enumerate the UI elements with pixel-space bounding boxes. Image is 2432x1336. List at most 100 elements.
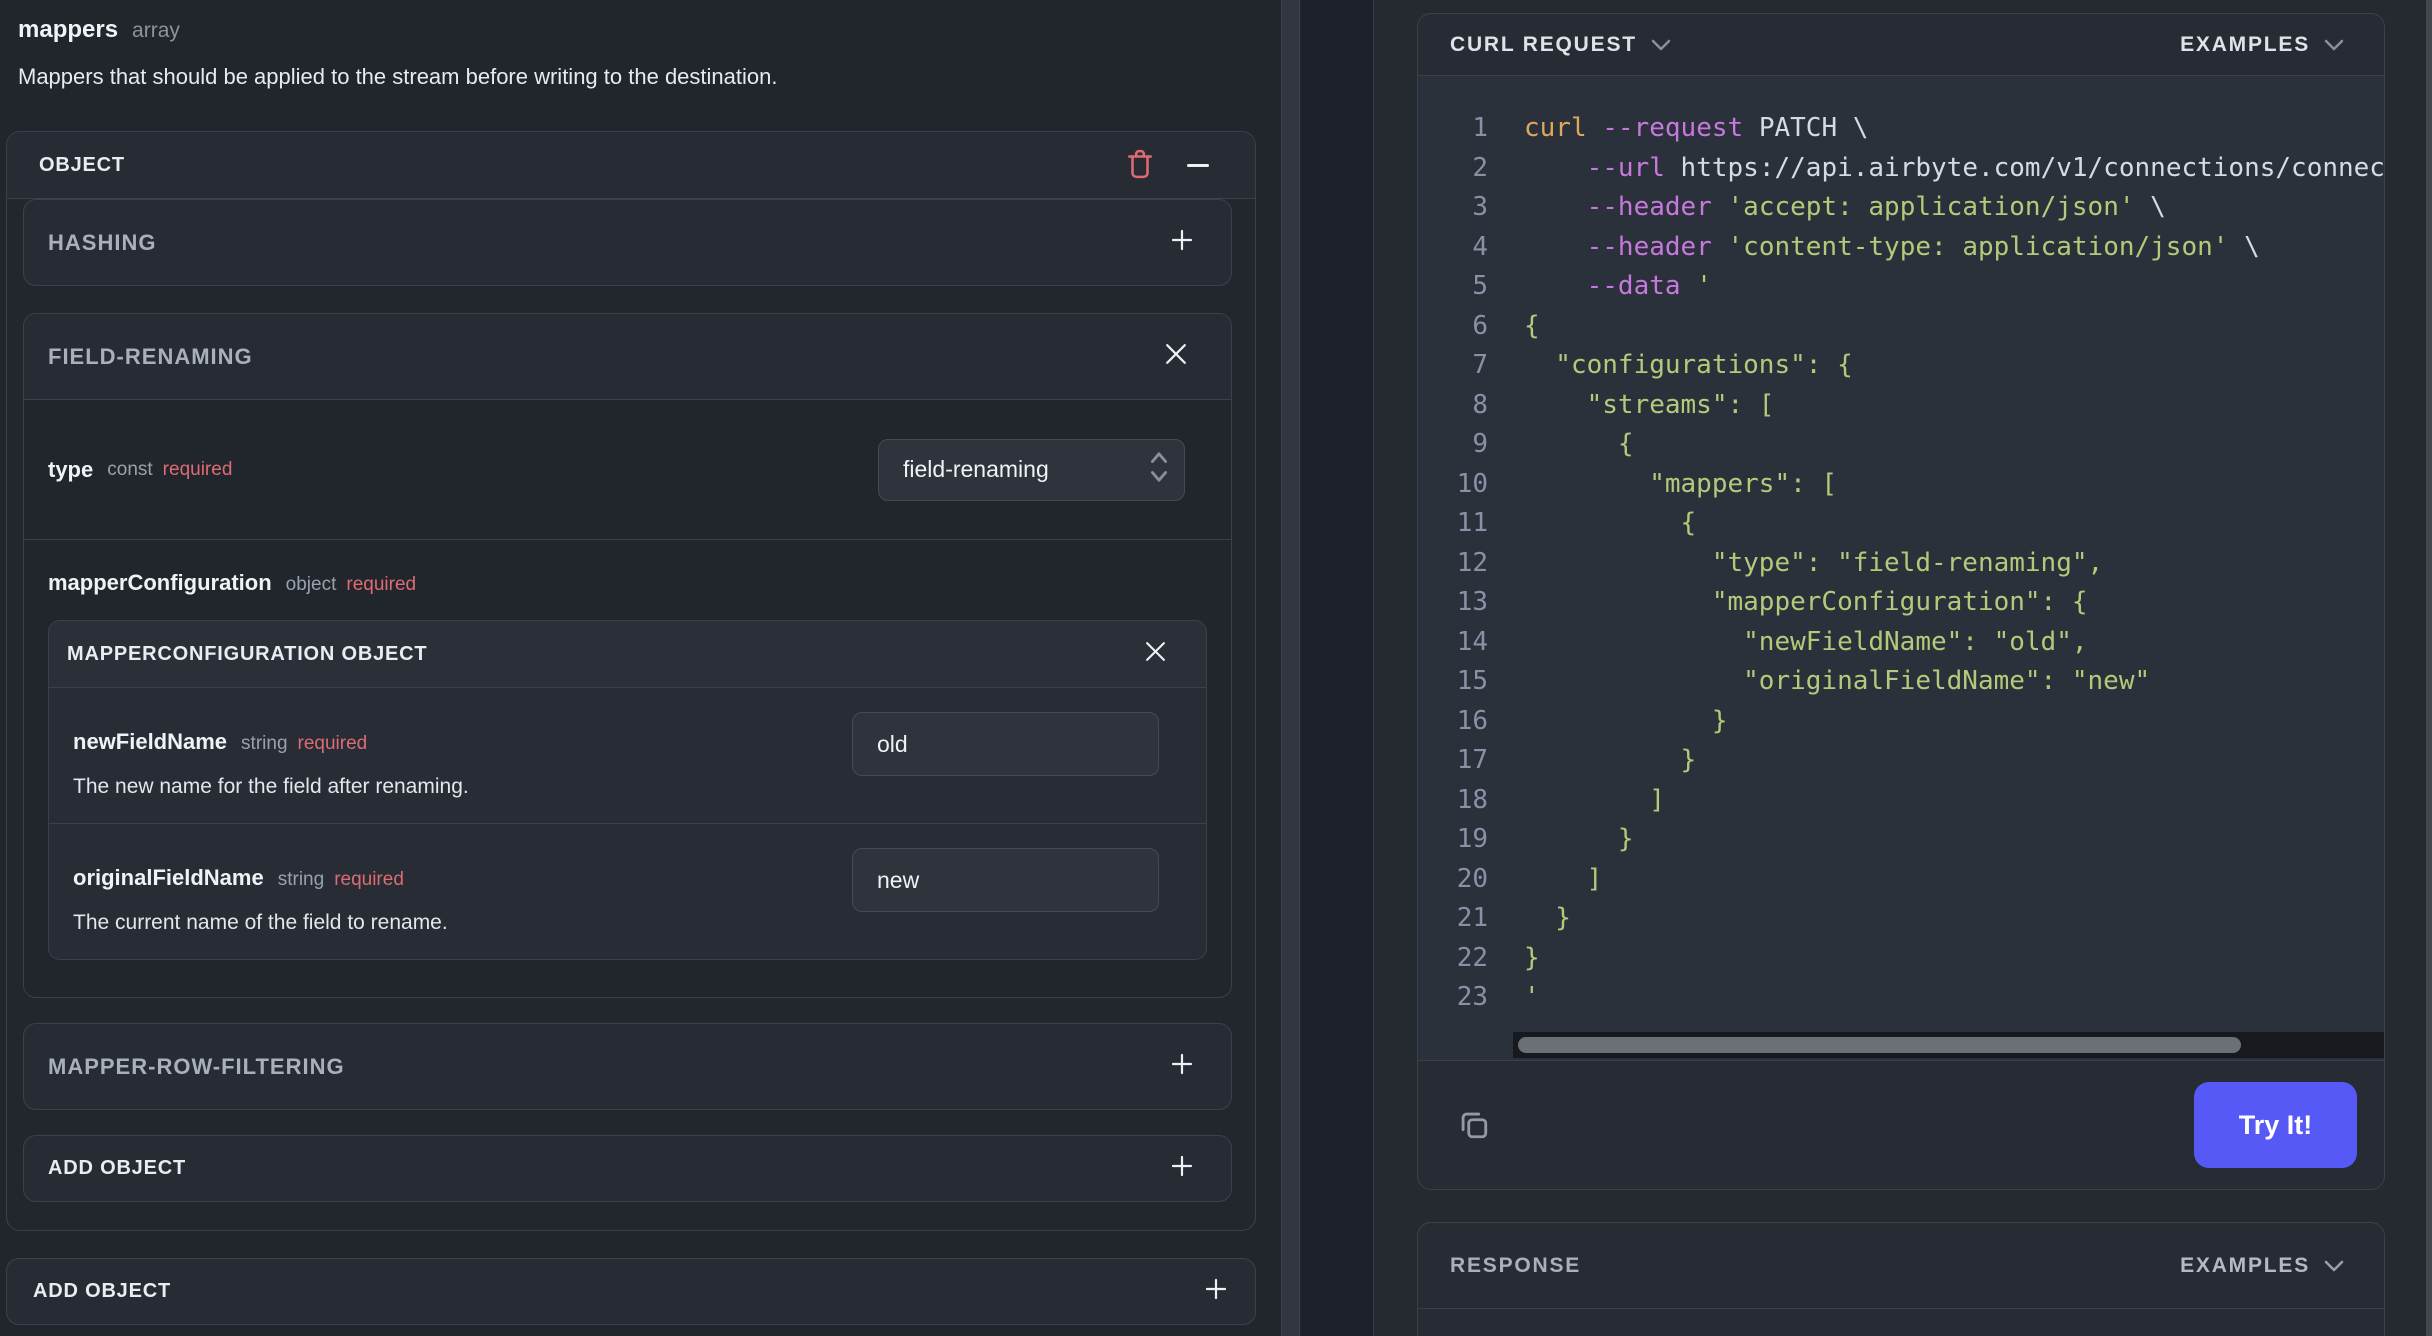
copy-code-button[interactable] (1456, 1107, 1490, 1144)
code-line: 2 --url https://api.airbyte.com/v1/conne… (1418, 149, 2384, 189)
field-renaming-title: FIELD-RENAMING (48, 343, 253, 369)
code-horizontal-scrollbar-track[interactable] (1513, 1032, 2384, 1058)
code-line: 11 { (1418, 504, 2384, 544)
field-renaming-section: FIELD-RENAMING type const required field… (23, 313, 1232, 998)
type-property-kind: const (107, 458, 153, 480)
code-line: 20 ] (1418, 860, 2384, 900)
code-line: 12 "type": "field-renaming", (1418, 544, 2384, 584)
code-line: 16 } (1418, 702, 2384, 742)
field-type-badge: array (132, 19, 180, 42)
hashing-section-title: HASHING (48, 229, 157, 255)
line-number: 11 (1456, 508, 1488, 538)
mapper-configuration-kind: object (285, 574, 337, 595)
line-number: 5 (1472, 271, 1488, 301)
curl-request-dropdown[interactable]: CURL REQUEST (1450, 33, 1671, 57)
line-number: 15 (1456, 666, 1488, 696)
field-renaming-content: type const required field-renaming mappe… (24, 400, 1231, 997)
left-pane-scrollbar[interactable] (1281, 0, 1300, 1336)
mapper-configuration-card-title: MAPPERCONFIGURATION OBJECT (67, 642, 428, 665)
mapper-configuration-labels: mapperConfiguration object required (48, 570, 1207, 596)
line-number: 23 (1456, 982, 1488, 1012)
request-examples-label: EXAMPLES (2180, 32, 2310, 56)
delete-object-button[interactable] (1127, 149, 1153, 182)
type-select-value: field-renaming (903, 456, 1049, 482)
code-line: 6{ (1418, 307, 2384, 347)
original-field-name-row: originalFieldName string required The cu… (49, 824, 1206, 959)
line-number: 9 (1472, 429, 1488, 459)
new-field-name-required: required (297, 733, 368, 754)
line-number: 18 (1456, 784, 1488, 815)
mapper-configuration-required: required (346, 574, 417, 595)
request-examples-dropdown[interactable]: EXAMPLES (2180, 33, 2344, 57)
curl-request-panel: CURL REQUEST EXAMPLES 1 curl --request PA… (1417, 13, 2385, 1190)
page-scrollbar[interactable] (2426, 0, 2432, 1336)
code-line: 19 } (1418, 820, 2384, 860)
code-line: 14 "newFieldName": "old", (1418, 623, 2384, 663)
new-field-name-row: newFieldName string required The new nam… (49, 688, 1206, 823)
response-examples-label: EXAMPLES (2180, 1253, 2310, 1277)
plus-icon[interactable] (1203, 1276, 1229, 1307)
line-number: 17 (1456, 745, 1488, 775)
close-icon[interactable] (1165, 343, 1187, 370)
mapper-row-filtering-section-row[interactable]: MAPPER-ROW-FILTERING (23, 1023, 1232, 1110)
plus-icon[interactable] (1169, 227, 1195, 258)
curl-code-block[interactable]: 1 curl --request PATCH \ 2 --url https://a… (1418, 76, 2384, 1060)
response-panel: RESPONSE EXAMPLES (1417, 1222, 2385, 1336)
line-number: 13 (1456, 587, 1488, 617)
plus-icon[interactable] (1169, 1051, 1195, 1082)
code-line: 10 "mappers": [ (1418, 465, 2384, 505)
line-number: 1 (1472, 113, 1488, 143)
line-number: 16 (1456, 705, 1488, 736)
code-line: 15 "originalFieldName": "new" (1418, 662, 2384, 702)
code-line: 13 "mapperConfiguration": { (1418, 583, 2384, 623)
new-field-name-description: The new name for the field after renamin… (73, 775, 469, 798)
minus-icon (1187, 163, 1209, 167)
code-line: 17 } (1418, 741, 2384, 781)
plus-icon[interactable] (1169, 1153, 1195, 1184)
code-line: 8 "streams": [ (1418, 386, 2384, 426)
original-field-name-label: originalFieldName (73, 865, 264, 890)
add-object-array-row[interactable]: ADD OBJECT (6, 1258, 1256, 1325)
type-select[interactable]: field-renaming (878, 438, 1185, 501)
field-renaming-header[interactable]: FIELD-RENAMING (24, 314, 1231, 400)
field-heading: mappers array (18, 16, 180, 44)
pane-divider-gutter (1301, 0, 1373, 1336)
code-line: 18 ] (1418, 781, 2384, 821)
object-card-content: HASHING FIELD-RENAMING type const requir… (7, 199, 1255, 1202)
line-number: 8 (1472, 389, 1488, 420)
mapper-configuration-label: mapperConfiguration (48, 570, 272, 595)
field-description: Mappers that should be applied to the st… (18, 64, 778, 89)
try-it-button[interactable]: Try It! (2194, 1082, 2357, 1168)
code-line: 22} (1418, 939, 2384, 979)
select-chevrons-icon (1148, 448, 1170, 492)
response-header: RESPONSE EXAMPLES (1418, 1223, 2384, 1309)
original-field-name-input[interactable] (852, 848, 1159, 912)
new-field-name-input[interactable] (852, 712, 1159, 776)
object-card-header: OBJECT (7, 132, 1255, 199)
close-icon[interactable] (1145, 641, 1166, 667)
copy-icon (1456, 1107, 1490, 1144)
line-number: 20 (1456, 863, 1488, 894)
code-line: 21 } (1418, 899, 2384, 939)
collapse-object-button[interactable] (1187, 163, 1209, 167)
original-field-name-kind: string (277, 869, 325, 890)
mapper-configuration-card: MAPPERCONFIGURATION OBJECT newFieldName (48, 620, 1207, 960)
curl-request-header: CURL REQUEST EXAMPLES (1418, 14, 2384, 76)
response-examples-dropdown[interactable]: EXAMPLES (2180, 1254, 2344, 1278)
new-field-name-info: newFieldName string required The new nam… (73, 712, 852, 799)
type-property-required: required (162, 458, 233, 480)
line-number: 4 (1472, 231, 1488, 262)
line-number: 12 (1456, 547, 1488, 578)
curl-panel-footer: Try It! (1418, 1060, 2384, 1189)
object-card-title: OBJECT (39, 153, 125, 176)
add-object-inner-row[interactable]: ADD OBJECT (23, 1135, 1232, 1202)
code-line: 23 ' (1418, 978, 2384, 1018)
hashing-section-row[interactable]: HASHING (23, 199, 1232, 286)
curl-request-title: CURL REQUEST (1450, 32, 1637, 56)
code-line: 7 "configurations": { (1418, 346, 2384, 386)
chevron-down-icon (1651, 39, 1671, 51)
mapper-configuration-row: mapperConfiguration object required MAPP… (24, 540, 1231, 997)
line-number: 19 (1456, 824, 1488, 854)
code-horizontal-scrollbar-thumb[interactable] (1518, 1037, 2241, 1053)
code-line: 1 curl --request PATCH \ (1418, 109, 2384, 149)
